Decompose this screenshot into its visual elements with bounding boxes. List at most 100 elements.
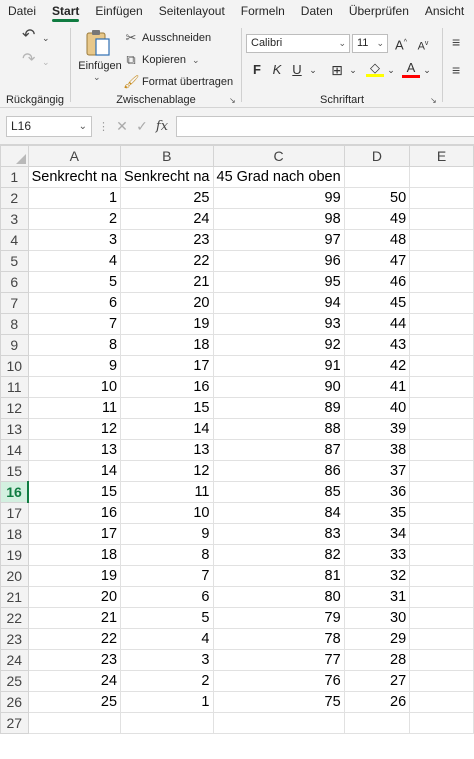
row-header[interactable]: 22 <box>0 607 29 629</box>
chevron-down-icon[interactable]: ⌄ <box>344 62 362 78</box>
cell[interactable] <box>409 649 474 671</box>
tab-einfügen[interactable]: Einfügen <box>87 0 150 22</box>
cell[interactable]: 2 <box>120 670 214 692</box>
cell[interactable]: 46 <box>343 271 411 293</box>
column-header-d[interactable]: D <box>343 145 411 167</box>
cell[interactable]: 20 <box>120 292 214 314</box>
cell[interactable]: 40 <box>343 397 411 419</box>
row-header[interactable]: 3 <box>0 208 29 230</box>
cell[interactable] <box>409 565 474 587</box>
cell[interactable] <box>409 691 474 713</box>
cell[interactable]: 42 <box>343 355 411 377</box>
cell[interactable]: 8 <box>120 544 214 566</box>
cell[interactable]: 32 <box>343 565 411 587</box>
cell[interactable]: 93 <box>212 313 345 335</box>
cell[interactable]: 4 <box>27 250 122 272</box>
cell[interactable] <box>409 586 474 608</box>
cell[interactable]: 20 <box>27 586 122 608</box>
cell[interactable]: 95 <box>212 271 345 293</box>
italic-button[interactable]: K <box>268 62 286 78</box>
row-header[interactable]: 5 <box>0 250 29 272</box>
cell[interactable]: 41 <box>343 376 411 398</box>
format-painter-button[interactable]: 🖌 Format übertragen <box>123 74 233 90</box>
cell[interactable]: 25 <box>27 691 122 713</box>
cut-button[interactable]: ✂ Ausschneiden <box>123 30 212 46</box>
chevron-down-icon[interactable]: ⌄ <box>304 62 322 78</box>
column-header-c[interactable]: C <box>212 145 345 167</box>
row-header[interactable]: 26 <box>0 691 29 713</box>
cell[interactable] <box>409 670 474 692</box>
cell[interactable] <box>212 712 345 734</box>
cell[interactable]: 79 <box>212 607 345 629</box>
tab-datei[interactable]: Datei <box>0 0 44 22</box>
cell[interactable]: 16 <box>120 376 214 398</box>
cell[interactable]: 87 <box>212 439 345 461</box>
cell[interactable]: 86 <box>212 460 345 482</box>
cell[interactable]: 77 <box>212 649 345 671</box>
cell[interactable]: 10 <box>27 376 122 398</box>
cell[interactable]: 94 <box>212 292 345 314</box>
cell[interactable]: 19 <box>27 565 122 587</box>
cell[interactable] <box>409 628 474 650</box>
cell[interactable] <box>409 355 474 377</box>
cell[interactable]: 38 <box>343 439 411 461</box>
tab-überprüfen[interactable]: Überprüfen <box>341 0 417 22</box>
cell[interactable] <box>343 166 411 188</box>
cell[interactable] <box>409 229 474 251</box>
cell[interactable] <box>409 376 474 398</box>
cell[interactable]: 97 <box>212 229 345 251</box>
chevron-down-icon[interactable]: ⌄ <box>418 62 436 78</box>
cell[interactable]: 88 <box>212 418 345 440</box>
cell[interactable] <box>409 271 474 293</box>
cell[interactable]: 43 <box>343 334 411 356</box>
cell[interactable]: 45 <box>343 292 411 314</box>
paste-button[interactable]: Einfügen ⌄ <box>75 26 122 88</box>
cell[interactable]: 84 <box>212 502 345 524</box>
cell[interactable] <box>409 481 474 503</box>
cell[interactable] <box>409 607 474 629</box>
row-header[interactable]: 1 <box>0 166 29 188</box>
cell[interactable]: 49 <box>343 208 411 230</box>
cell[interactable]: 10 <box>120 502 214 524</box>
column-header-e[interactable]: E <box>409 145 474 167</box>
cell[interactable]: 24 <box>27 670 122 692</box>
dialog-launcher-icon[interactable]: ↘ <box>229 96 238 105</box>
cell[interactable]: 47 <box>343 250 411 272</box>
chevron-down-icon[interactable]: ⌄ <box>382 62 400 78</box>
cell[interactable]: 1 <box>120 691 214 713</box>
cell[interactable]: 3 <box>120 649 214 671</box>
tab-start[interactable]: Start <box>44 0 87 22</box>
cell[interactable]: 22 <box>27 628 122 650</box>
cell[interactable]: 12 <box>120 460 214 482</box>
cell[interactable]: 11 <box>120 481 214 503</box>
cell[interactable]: 7 <box>120 565 214 587</box>
select-all-corner[interactable] <box>0 145 29 167</box>
cell[interactable]: 89 <box>212 397 345 419</box>
cell[interactable]: 27 <box>343 670 411 692</box>
cell[interactable] <box>343 712 411 734</box>
cell[interactable] <box>409 544 474 566</box>
chevron-down-icon[interactable]: ⌄ <box>42 30 50 46</box>
cell[interactable]: 78 <box>212 628 345 650</box>
cell[interactable] <box>409 208 474 230</box>
row-header[interactable]: 8 <box>0 313 29 335</box>
cell[interactable]: 30 <box>343 607 411 629</box>
cell[interactable]: Senkrecht na <box>120 166 214 188</box>
align-left-icon[interactable]: ≡ <box>452 62 460 78</box>
cell[interactable] <box>409 460 474 482</box>
cell[interactable]: 22 <box>120 250 214 272</box>
column-header-a[interactable]: A <box>27 145 122 167</box>
cell[interactable]: 23 <box>120 229 214 251</box>
cell[interactable]: 36 <box>343 481 411 503</box>
undo-icon[interactable]: ↶ <box>22 28 35 44</box>
chevron-down-icon[interactable]: ⌄ <box>42 54 50 70</box>
font-name-select[interactable]: Calibri ⌄ <box>246 34 350 53</box>
row-header[interactable]: 16 <box>0 481 30 503</box>
insert-function-icon[interactable]: fx <box>152 119 172 134</box>
cell[interactable]: 16 <box>27 502 122 524</box>
row-header[interactable]: 27 <box>0 712 29 734</box>
row-header[interactable]: 25 <box>0 670 29 692</box>
cell[interactable]: 48 <box>343 229 411 251</box>
row-header[interactable]: 7 <box>0 292 29 314</box>
cell[interactable]: 12 <box>27 418 122 440</box>
